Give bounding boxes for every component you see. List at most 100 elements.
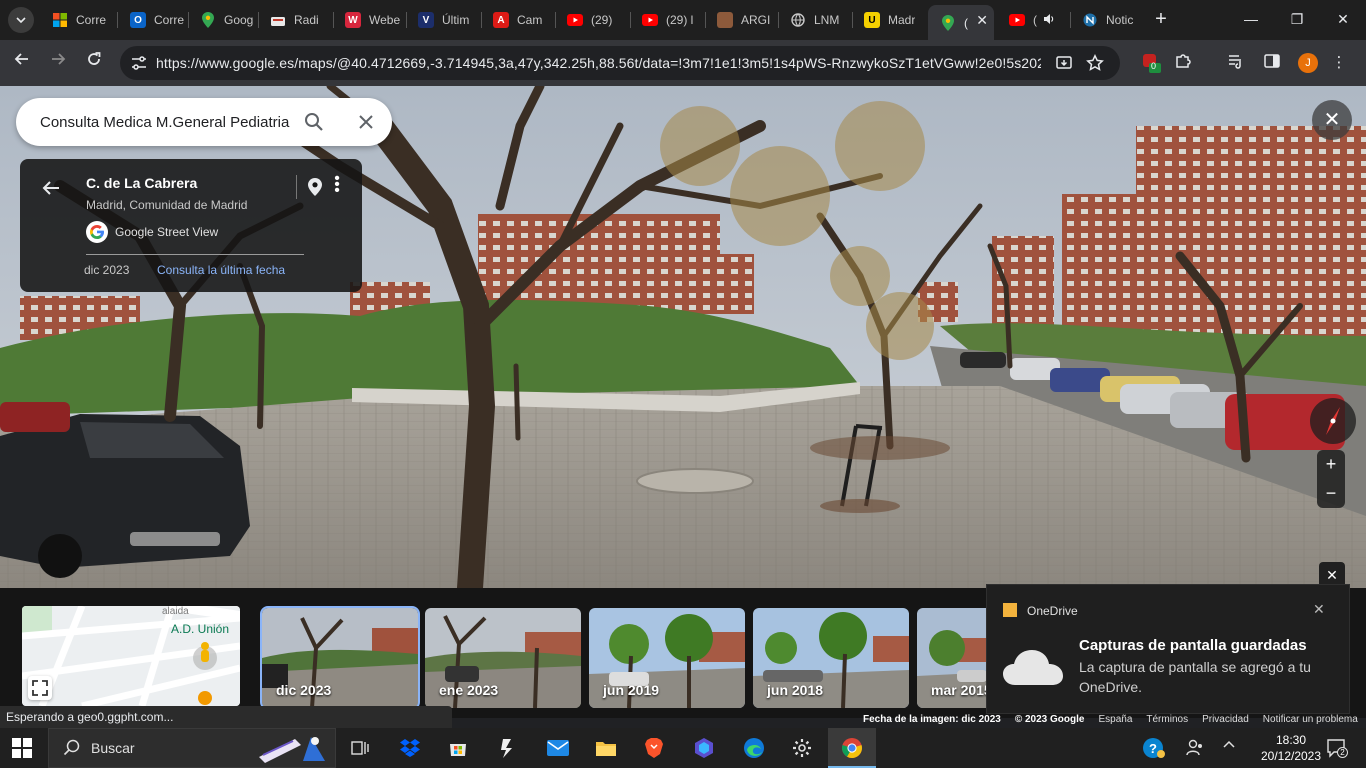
notification-center-icon[interactable]: 2 [1326,738,1348,758]
windows-start-icon[interactable] [12,738,32,758]
card-divider [296,175,297,199]
tab-10[interactable]: LNM [778,5,855,35]
reload-button[interactable] [82,51,106,75]
date-slider-track[interactable] [86,254,304,255]
extensions-puzzle-icon[interactable] [1172,52,1194,74]
toast-close-icon[interactable]: ✕ [1313,601,1325,618]
footer-link-report[interactable]: Notificar un problema [1256,714,1365,725]
tab-label: Goog [224,13,254,27]
tab-3[interactable]: Radi [258,5,335,35]
compass-control[interactable] [1310,398,1356,444]
edge-browser-icon[interactable] [730,728,778,768]
forward-button[interactable] [46,51,70,75]
tab-0[interactable]: Corre [40,5,117,35]
compass-needle-icon [1326,407,1340,435]
thumb-label: dic 2023 [276,682,332,698]
capture-date: dic 2023 [84,263,130,277]
bookmark-star-icon[interactable] [1086,54,1104,72]
expand-minimap-icon[interactable] [28,676,52,700]
microsoft-store-icon[interactable] [434,728,482,768]
taskbar-search-label: Buscar [91,740,135,756]
url-text: https://www.google.es/maps/@40.4712669,-… [156,55,1041,71]
tab-13[interactable]: ( [997,5,1074,35]
tab-14[interactable]: Notic [1070,5,1147,35]
footer-link-privacy[interactable]: Privacidad [1195,714,1256,725]
mail-icon[interactable] [534,728,582,768]
tab-label: Radi [294,13,319,27]
close-street-view-button[interactable]: ✕ [1312,100,1352,140]
site-settings-icon[interactable] [130,54,148,72]
arrow-right-icon [52,53,66,65]
tab-11[interactable]: U Madr [852,5,929,35]
tab-6[interactable]: A Cam [481,5,558,35]
chevron-up-icon[interactable] [1222,738,1236,755]
settings-gear-icon[interactable] [778,728,826,768]
tab-label: Notic [1106,13,1134,27]
profile-avatar[interactable]: J [1298,53,1318,73]
tab-9[interactable]: ARGI [705,5,782,35]
timeline-thumb-0[interactable]: dic 2023 [260,606,420,710]
street-view-panorama[interactable]: Consulta Medica M.General Pediatria C. d… [0,86,1366,588]
map-pin-icon[interactable] [307,177,323,197]
more-options-icon[interactable]: • • • [333,171,341,199]
zoom-out-button[interactable]: − [1317,479,1345,508]
back-button[interactable] [10,51,34,75]
tab-search-button[interactable] [8,7,34,33]
timeline-thumb-3[interactable]: jun 2018 [753,608,909,708]
minimize-button[interactable]: — [1236,8,1266,30]
search-icon[interactable] [304,112,324,132]
tab-label: ( [1033,13,1037,27]
task-view-icon[interactable] [336,728,384,768]
copilot-icon[interactable] [680,728,728,768]
file-explorer-icon[interactable] [582,728,630,768]
new-tab-button[interactable]: + [1150,8,1172,30]
tab-label: Cam [517,13,543,27]
install-app-icon[interactable] [1055,54,1073,72]
windows-taskbar: Buscar ? 18:30 20/12/2023 2 [0,728,1366,768]
tab-5[interactable]: V Últim [406,5,483,35]
street-view-source: Google Street View [115,225,219,239]
address-bar[interactable]: https://www.google.es/maps/@40.4712669,-… [120,46,1120,80]
timeline-thumb-1[interactable]: ene 2023 [425,608,581,708]
tab-2[interactable]: Goog [188,5,265,35]
onedrive-notification[interactable]: OneDrive ✕ Capturas de pantalla guardada… [986,584,1350,714]
help-icon[interactable]: ? [1142,737,1166,762]
tab-8[interactable]: (29) l [630,5,707,35]
power-automate-icon[interactable] [484,728,532,768]
taskbar-search-box[interactable]: Buscar [48,728,336,768]
minimap-streets: alaida [22,606,240,706]
speaker-icon[interactable] [1043,13,1055,28]
zoom-in-button[interactable]: + [1317,450,1345,479]
media-controls-icon[interactable] [1225,52,1247,74]
people-icon[interactable] [1186,738,1204,759]
tab-7[interactable]: (29) [555,5,632,35]
clear-search-icon[interactable] [356,112,376,132]
dropbox-icon[interactable] [386,728,434,768]
maps-search-box[interactable]: Consulta Medica M.General Pediatria [16,98,392,146]
toast-title: Capturas de pantalla guardadas [1079,637,1307,654]
footer-link-country[interactable]: España [1091,714,1139,725]
extension-adblock-icon[interactable]: 0 [1140,52,1162,74]
restore-button[interactable]: ❐ [1282,8,1312,30]
timeline-thumb-4[interactable]: mar 2015 [917,608,997,708]
news-icon [1082,12,1098,28]
kebab-menu-icon[interactable]: ⋮ [1328,52,1350,74]
side-panel-icon[interactable] [1261,52,1283,74]
close-tab-icon[interactable]: ✕ [976,12,988,29]
brave-browser-icon[interactable] [630,728,678,768]
timeline-thumb-2[interactable]: jun 2019 [589,608,745,708]
tab-1[interactable]: O Corre [118,5,195,35]
tab-label: Últim [442,13,470,27]
tab-12-active[interactable]: ( ✕ [928,5,994,40]
back-arrow-icon[interactable] [40,177,62,199]
thumb-label: mar 2015 [931,682,992,698]
close-window-button[interactable]: ✕ [1328,8,1358,30]
clock-date: 20/12/2023 [1260,749,1322,763]
minimap[interactable]: alaida A.D. Unión [22,606,240,706]
chrome-browser-icon[interactable] [828,728,876,768]
footer-link-terms[interactable]: Términos [1139,714,1195,725]
taskbar-clock[interactable]: 18:30 20/12/2023 [1260,732,1322,764]
browser-toolbar: https://www.google.es/maps/@40.4712669,-… [0,40,1366,86]
tab-4[interactable]: W Webe [333,5,410,35]
latest-date-link[interactable]: Consulta la última fecha [157,263,285,277]
